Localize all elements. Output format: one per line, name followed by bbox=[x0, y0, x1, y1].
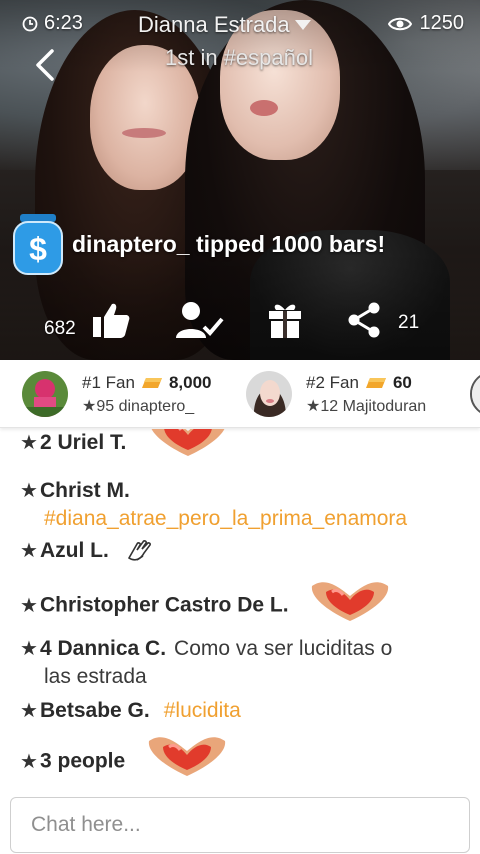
likes-count: 682 bbox=[44, 318, 76, 339]
video-stream[interactable]: 6:23 Dianna Estrada 1st in #español 1250… bbox=[0, 0, 480, 360]
fan-item-3-partial[interactable] bbox=[470, 360, 480, 427]
streamer-name: Dianna Estrada bbox=[138, 12, 290, 37]
chat-text-continued: las estrada bbox=[44, 665, 147, 688]
fan-avatar-2 bbox=[246, 371, 292, 417]
heart-hands-sticker-icon bbox=[312, 582, 389, 621]
clap-hands-icon bbox=[127, 540, 151, 562]
chat-username[interactable]: Betsabe G. bbox=[40, 699, 150, 722]
gold-bar-icon bbox=[365, 377, 386, 388]
level-star-icon: ★ bbox=[20, 638, 38, 660]
fan-item-1[interactable]: #1 Fan 8,000 ★95 dinaptero_ bbox=[22, 360, 212, 427]
chat-message: ★Christopher Castro De L. bbox=[20, 582, 470, 625]
follow-button[interactable] bbox=[176, 298, 224, 342]
fan-bars-1: 8,000 bbox=[168, 372, 212, 392]
fan-item-2[interactable]: #2 Fan 60 ★12 Majitoduran bbox=[246, 360, 427, 427]
streamer-name-dropdown[interactable]: Dianna Estrada bbox=[138, 12, 312, 38]
fan-avatar-1 bbox=[22, 371, 68, 417]
fan-rank-label-1: #1 Fan bbox=[82, 372, 135, 392]
level-star-icon: ★ bbox=[20, 540, 38, 562]
thumbs-up-icon bbox=[93, 303, 130, 338]
follow-user-icon bbox=[176, 302, 224, 338]
chat-username[interactable]: 2 Uriel T. bbox=[40, 431, 126, 454]
chat-username[interactable]: Christ M. bbox=[40, 479, 130, 502]
fan-level-user-1: ★95 dinaptero_ bbox=[82, 397, 195, 415]
chat-username[interactable]: 3 people bbox=[40, 750, 125, 773]
chat-hashtag[interactable]: #lucidita bbox=[164, 699, 241, 722]
level-star-icon: ★ bbox=[20, 432, 38, 454]
heart-hands-sticker-icon bbox=[148, 737, 226, 776]
stream-time-text: 6:23 bbox=[44, 12, 83, 34]
stream-time: 6:23 bbox=[22, 12, 83, 35]
shares-count: 21 bbox=[398, 312, 420, 333]
gold-bar-icon bbox=[141, 377, 162, 388]
gift-icon bbox=[269, 304, 301, 338]
chat-message: ★3 people bbox=[20, 737, 470, 777]
chat-hashtag[interactable]: #diana_atrae_pero_la_prima_enamora bbox=[20, 505, 470, 533]
tip-jar-icon: $ bbox=[13, 214, 63, 275]
tip-text: dinaptero_ tipped 1000 bars! bbox=[72, 230, 386, 257]
chat-text: Como va ser luciditas o bbox=[174, 637, 393, 660]
back-arrow-icon[interactable] bbox=[30, 48, 60, 82]
chat-message: ★2 Uriel T. bbox=[20, 429, 470, 457]
fan-bars-2: 60 bbox=[392, 372, 412, 392]
level-star-icon: ★ bbox=[20, 700, 38, 722]
fan-rank-label-2: #2 Fan bbox=[306, 372, 359, 392]
level-star-icon: ★ bbox=[20, 594, 38, 617]
chat-message: ★Christ M. #diana_atrae_pero_la_prima_en… bbox=[20, 477, 470, 533]
chat-username[interactable]: Christopher Castro De L. bbox=[40, 594, 289, 617]
level-star-icon: ★ bbox=[20, 480, 38, 502]
like-button[interactable] bbox=[92, 298, 130, 342]
eye-icon bbox=[387, 17, 412, 30]
chat-username[interactable]: 4 Dannica C. bbox=[40, 637, 166, 660]
share-icon bbox=[348, 302, 380, 338]
viewer-count: 1250 bbox=[387, 12, 465, 35]
chat-username[interactable]: Azul L. bbox=[40, 539, 109, 562]
gift-button[interactable] bbox=[268, 298, 302, 342]
chat-input[interactable] bbox=[11, 798, 469, 852]
chat-message: ★Betsabe G. #lucidita bbox=[20, 697, 470, 725]
chat-message: ★4 Dannica C. Como va ser luciditas o las… bbox=[20, 635, 470, 691]
chat-message: ★Azul L. bbox=[20, 537, 470, 565]
share-button[interactable] bbox=[346, 298, 382, 342]
stream-rank: 1st in #español bbox=[165, 45, 313, 70]
heart-hands-sticker-icon bbox=[151, 429, 225, 457]
fan-avatar-3 bbox=[470, 371, 480, 417]
tip-notification: $ dinaptero_ tipped 1000 bars! bbox=[10, 212, 385, 276]
top-fans-bar[interactable]: #1 Fan 8,000 ★95 dinaptero_ #2 Fan 60 ★1… bbox=[0, 360, 480, 428]
viewer-count-text: 1250 bbox=[419, 12, 465, 34]
chat-input-box[interactable] bbox=[10, 797, 470, 853]
clock-icon bbox=[22, 16, 38, 31]
svg-text:$: $ bbox=[29, 231, 47, 267]
chat-list[interactable]: ★2 Uriel T. ★Christ M. #diana_atrae_pero… bbox=[0, 429, 480, 789]
caret-down-icon bbox=[294, 20, 311, 30]
fan-level-user-2: ★12 Majitoduran bbox=[306, 397, 427, 415]
level-star-icon: ★ bbox=[20, 750, 38, 773]
